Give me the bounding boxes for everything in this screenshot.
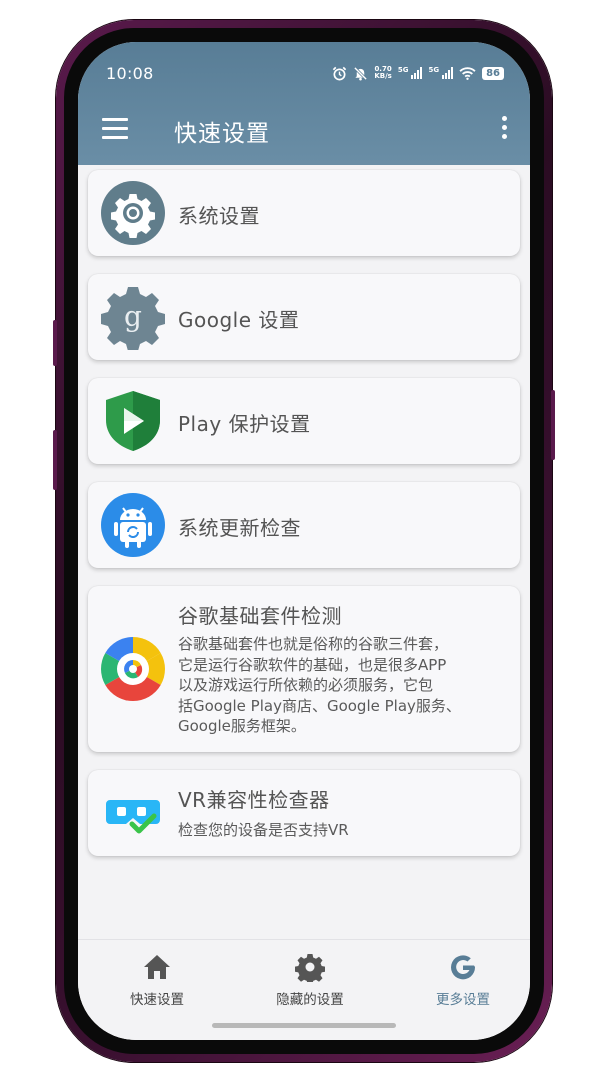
card-description: 检查您的设备是否支持VR xyxy=(178,821,349,839)
network-speed-unit: KB/s xyxy=(374,72,392,80)
card-label: Google 设置 xyxy=(178,308,300,332)
page-title: 快速设置 xyxy=(174,121,270,147)
svg-text:g: g xyxy=(124,300,142,333)
google-services-icon xyxy=(101,637,165,701)
gear-icon xyxy=(295,954,325,982)
home-icon xyxy=(144,955,170,979)
more-vert-dot xyxy=(502,134,507,139)
menu-button[interactable] xyxy=(102,118,128,140)
volume-button xyxy=(53,320,57,366)
alarm-icon xyxy=(333,66,347,80)
more-vert-icon xyxy=(502,116,507,121)
signal-icon xyxy=(442,67,454,79)
card-gms-check[interactable]: 谷歌基础套件检测 谷歌基础套件也就是俗称的谷歌三件套， 它是运行谷歌软件的基础，… xyxy=(88,586,520,752)
volume-button xyxy=(53,430,57,490)
power-button xyxy=(551,390,555,460)
nav-hidden-settings[interactable]: 隐藏的设置 xyxy=(250,952,370,1008)
overflow-menu-button[interactable] xyxy=(502,116,508,142)
android-update-icon xyxy=(101,493,165,557)
nav-label: 快速设置 xyxy=(130,992,184,1008)
mute-bell-icon xyxy=(354,66,368,80)
nav-quick-settings[interactable]: 快速设置 xyxy=(97,952,217,1008)
google-g-icon xyxy=(451,955,476,980)
menu-icon-bar xyxy=(102,127,128,130)
status-bar: 10:08 0.70 KB/s 5G 5G 86 xyxy=(106,62,504,84)
screen: 10:08 0.70 KB/s 5G 5G 86 快速设置 系统设置 g Goo… xyxy=(78,42,530,1040)
card-description: 谷歌基础套件也就是俗称的谷歌三件套， 它是运行谷歌软件的基础，也是很多APP 以… xyxy=(178,635,461,735)
phone-frame: 10:08 0.70 KB/s 5G 5G 86 快速设置 系统设置 g Goo… xyxy=(53,20,555,1062)
status-time: 10:08 xyxy=(106,63,154,83)
card-system-settings[interactable]: 系统设置 xyxy=(88,170,520,256)
top-bar: 10:08 0.70 KB/s 5G 5G 86 快速设置 xyxy=(78,42,530,165)
sim1-network-type: 5G xyxy=(397,66,409,74)
nav-label: 隐藏的设置 xyxy=(276,992,344,1008)
vr-headset-check-icon xyxy=(106,800,160,834)
google-gear-icon: g xyxy=(101,287,165,350)
nav-label: 更多设置 xyxy=(436,992,490,1008)
gear-icon xyxy=(101,181,165,245)
card-label: 系统设置 xyxy=(178,204,260,228)
bottom-nav: 快速设置 隐藏的设置 更多设置 xyxy=(78,939,530,1040)
card-google-settings[interactable]: g Google 设置 xyxy=(88,274,520,360)
menu-icon xyxy=(102,118,128,121)
battery-indicator: 86 xyxy=(482,66,504,80)
sim2-network-type: 5G xyxy=(428,66,440,74)
card-system-update[interactable]: 系统更新检查 xyxy=(88,482,520,568)
status-icons: 0.70 KB/s 5G 5G 86 xyxy=(332,66,504,81)
play-protect-shield-icon xyxy=(106,391,160,451)
card-vr-check[interactable]: VR兼容性检查器 检查您的设备是否支持VR xyxy=(88,770,520,856)
more-vert-dot xyxy=(502,125,507,130)
card-label: VR兼容性检查器 xyxy=(178,788,330,812)
home-indicator[interactable] xyxy=(212,1023,396,1028)
wifi-icon xyxy=(459,66,476,80)
nav-more-settings[interactable]: 更多设置 xyxy=(403,952,523,1008)
app-bar: 快速设置 xyxy=(78,102,530,158)
card-play-protect[interactable]: Play 保护设置 xyxy=(88,378,520,464)
phone-bezel: 10:08 0.70 KB/s 5G 5G 86 快速设置 系统设置 g Goo… xyxy=(64,28,544,1054)
network-speed: 0.70 KB/s xyxy=(374,66,391,80)
card-label: 系统更新检查 xyxy=(178,516,301,540)
card-label: 谷歌基础套件检测 xyxy=(178,604,342,628)
menu-icon-bar xyxy=(102,136,128,139)
signal-icon xyxy=(411,67,423,79)
card-label: Play 保护设置 xyxy=(178,412,311,436)
